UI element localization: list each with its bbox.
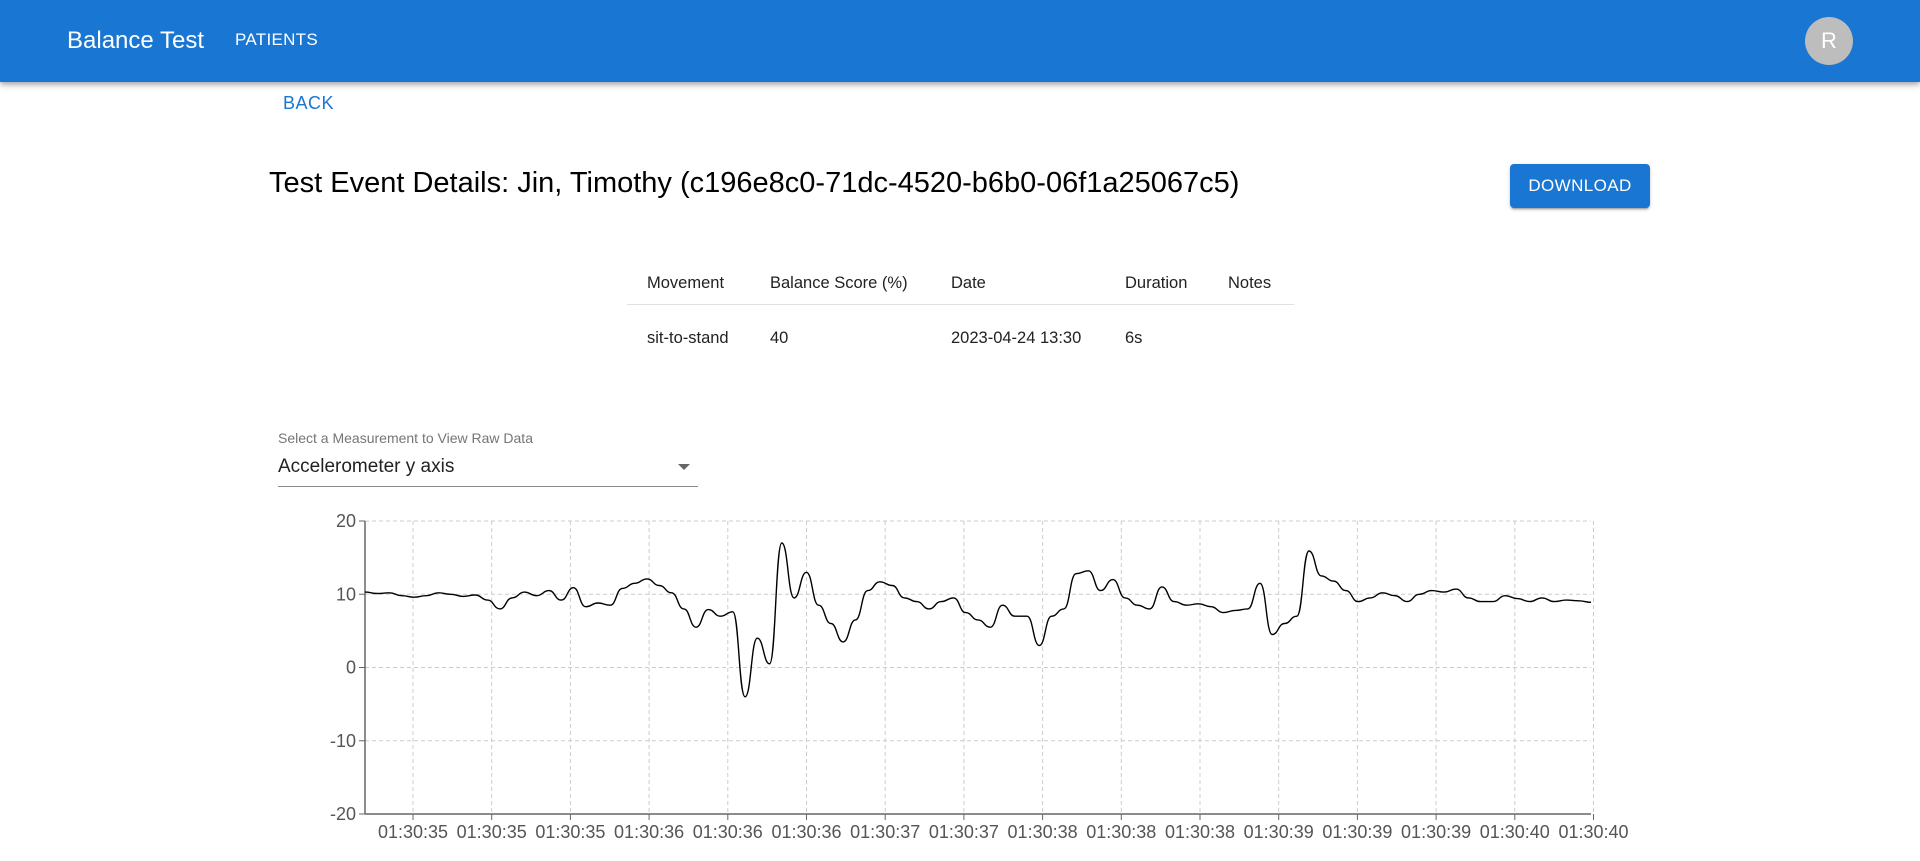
x-tick-label: 01:30:39 bbox=[1244, 822, 1314, 842]
y-tick-label: 10 bbox=[336, 584, 356, 604]
accelerometer-series-line bbox=[364, 542, 1592, 698]
x-tick-label: 01:30:40 bbox=[1558, 822, 1628, 842]
x-tick-label: 01:30:35 bbox=[457, 822, 527, 842]
x-tick-label: 01:30:36 bbox=[614, 822, 684, 842]
x-tick-label: 01:30:39 bbox=[1322, 822, 1392, 842]
x-tick-label: 01:30:38 bbox=[1086, 822, 1156, 842]
y-tick-label: -20 bbox=[330, 804, 356, 824]
y-tick-label: 20 bbox=[336, 511, 356, 531]
x-tick-label: 01:30:38 bbox=[1008, 822, 1078, 842]
x-tick-label: 01:30:40 bbox=[1480, 822, 1550, 842]
x-tick-label: 01:30:35 bbox=[535, 822, 605, 842]
x-tick-label: 01:30:37 bbox=[929, 822, 999, 842]
x-tick-label: 01:30:36 bbox=[693, 822, 763, 842]
x-tick-label: 01:30:35 bbox=[378, 822, 448, 842]
x-tick-label: 01:30:37 bbox=[850, 822, 920, 842]
y-tick-label: 0 bbox=[346, 658, 356, 678]
raw-data-chart: 20 10 0 -10 -20 01:30:35 01:30:35 01:30:35 01:30… bbox=[330, 511, 1629, 842]
x-tick-label: 01:30:39 bbox=[1401, 822, 1471, 842]
x-tick-label: 01:30:38 bbox=[1165, 822, 1235, 842]
x-tick-label: 01:30:36 bbox=[771, 822, 841, 842]
y-tick-label: -10 bbox=[330, 731, 356, 751]
